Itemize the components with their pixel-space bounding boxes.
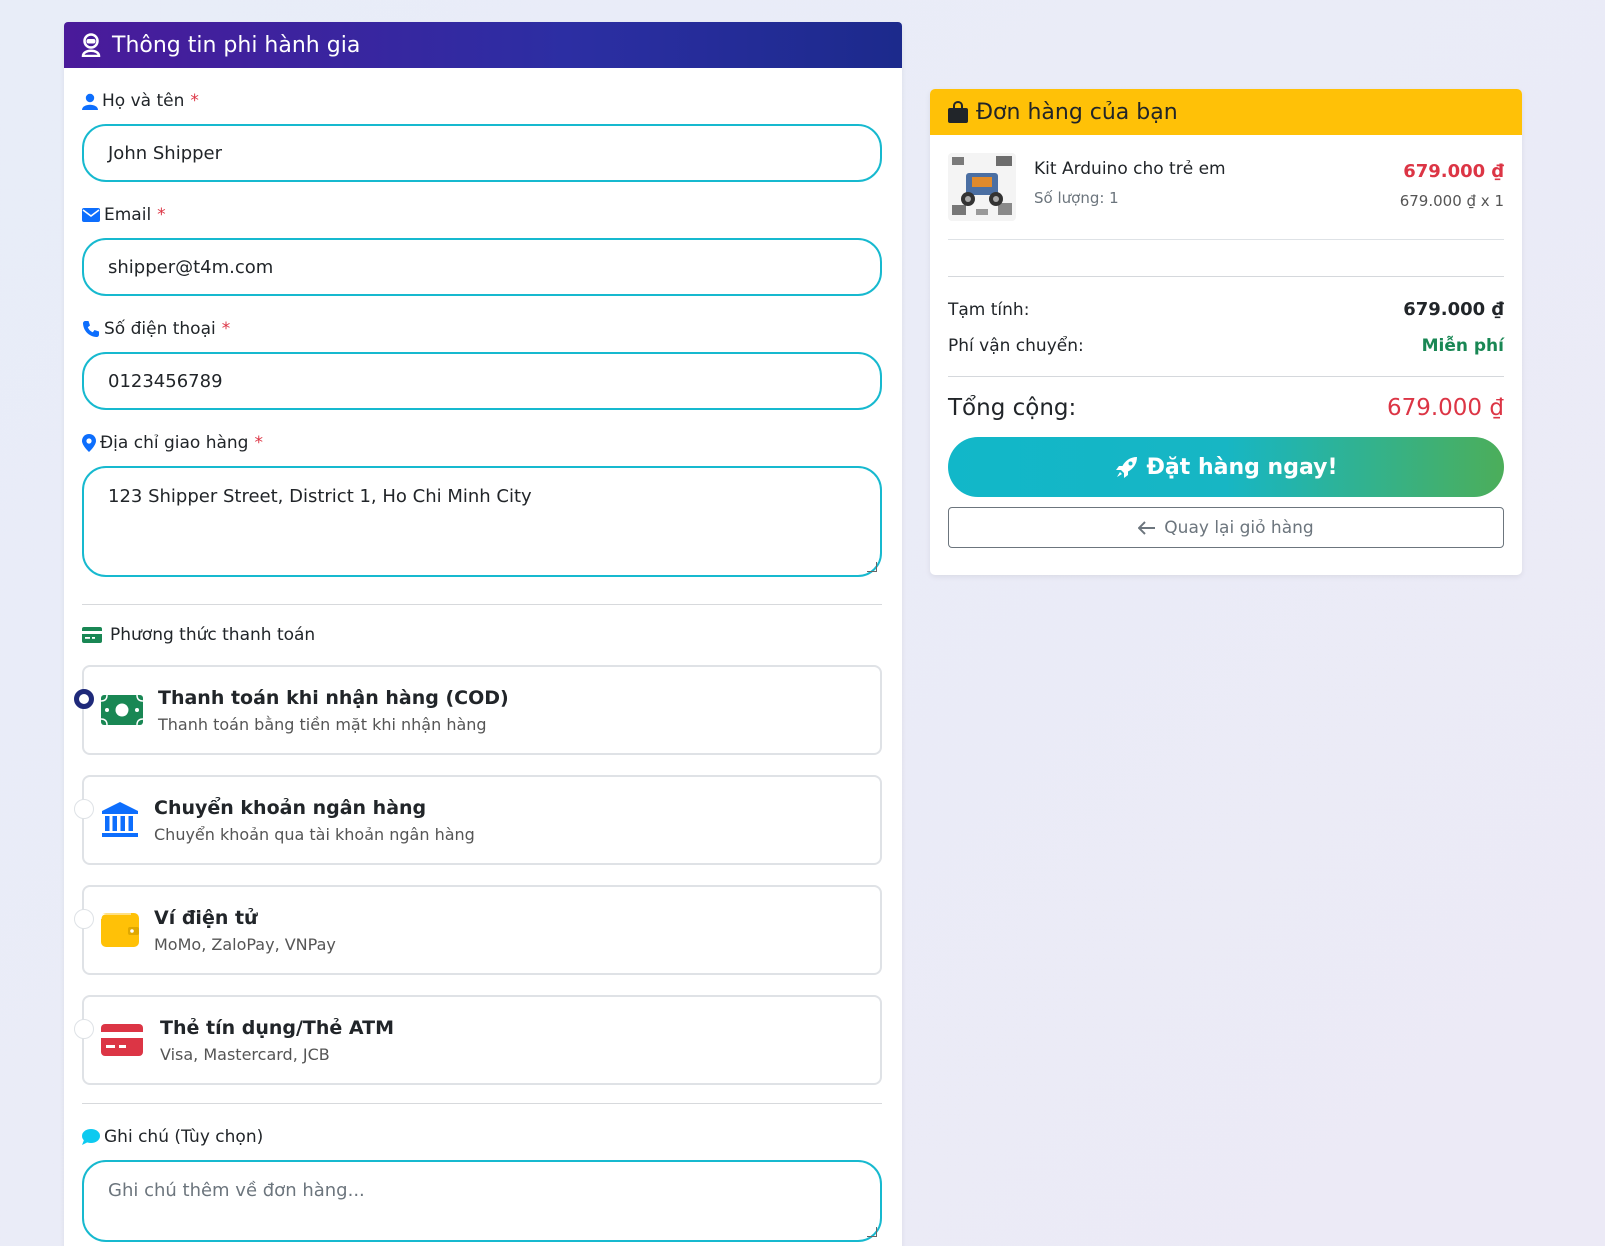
payment-method-title-text: Phương thức thanh toán [110,625,316,645]
note-label-text: Ghi chú (Tùy chọn) [104,1127,264,1147]
payment-radio-card[interactable] [74,1019,94,1039]
envelope-icon [82,208,100,222]
payment-title-card: Thẻ tín dụng/Thẻ ATM [160,1016,395,1039]
payment-option-cod[interactable]: Thanh toán khi nhận hàng (COD) Thanh toá… [74,665,882,755]
product-thumbnail[interactable] [948,153,1016,221]
divider [82,1103,882,1104]
resize-grip[interactable] [867,1227,877,1237]
arrow-left-icon [1138,520,1156,535]
payment-text-card: Thẻ tín dụng/Thẻ ATM Visa, Mastercard, J… [160,1017,394,1064]
required-marker: * [157,205,166,225]
payment-radio-cod[interactable] [74,689,94,709]
payment-title-cod: Thanh toán khi nhận hàng (COD) [158,686,509,709]
money-bill-icon [100,695,144,725]
name-label-text: Họ và tên [102,91,185,111]
map-marker-icon [82,434,96,452]
place-order-button[interactable]: Đặt hàng ngay! [948,437,1504,497]
payment-subtitle-ewallet: MoMo, ZaloPay, VNPay [154,934,336,954]
checkout-form: Họ và tên * John Shipper Email * shipper… [64,90,902,1242]
total-row: Tổng cộng: 679.000 ₫ [948,395,1504,421]
cart-item-price: 679.000 ₫ [1403,161,1504,182]
cart-item-name: Kit Arduino cho trẻ em [1034,159,1226,179]
note-label: Ghi chú (Tùy chọn) [82,1126,884,1148]
subtotal-row: Tạm tính: 679.000 ₫ [948,299,1504,320]
cart-item-info: Kit Arduino cho trẻ em Số lượng: 1 [1034,153,1400,207]
address-label: Địa chỉ giao hàng * [82,432,884,454]
shipping-value: Miễn phí [1421,336,1504,356]
payment-option-ewallet[interactable]: Ví điện tử MoMo, ZaloPay, VNPay [74,885,882,975]
astronaut-info-title: Thông tin phi hành gia [112,32,361,58]
payment-subtitle-cod: Thanh toán bằng tiền mặt khi nhận hàng [158,714,487,734]
bank-icon [100,801,140,839]
payment-subtitle-bank: Chuyển khoản qua tài khoản ngân hàng [154,824,475,844]
cart-item-unit-line: 679.000 ₫ x 1 [1399,192,1504,210]
payment-text-bank: Chuyển khoản ngân hàng Chuyển khoản qua … [154,797,475,844]
place-order-label: Đặt hàng ngay! [1146,454,1338,480]
rocket-icon [1115,457,1137,478]
payment-text-cod: Thanh toán khi nhận hàng (COD) Thanh toá… [158,687,509,734]
order-summary-body: Kit Arduino cho trẻ em Số lượng: 1 679.0… [930,135,1522,548]
divider [82,604,882,605]
shipping-row: Phí vận chuyển: Miễn phí [948,336,1504,356]
phone-label: Số điện thoại * [82,318,884,340]
name-label: Họ và tên * [82,90,884,112]
divider [948,376,1504,377]
astronaut-info-card: Thông tin phi hành gia Họ và tên * John … [64,22,902,1246]
astronaut-icon [81,33,101,57]
phone-input-value: 0123456789 [108,370,223,392]
cart-item: Kit Arduino cho trẻ em Số lượng: 1 679.0… [948,135,1504,240]
total-value: 679.000 ₫ [1386,395,1504,421]
credit-card-icon [100,1024,144,1056]
back-to-cart-label: Quay lại giỏ hàng [1164,517,1314,538]
required-marker: * [221,319,231,339]
payment-option-bank[interactable]: Chuyển khoản ngân hàng Chuyển khoản qua … [74,775,882,865]
astronaut-info-header: Thông tin phi hành gia [64,22,902,68]
shipping-label: Phí vận chuyển: [948,336,1084,356]
email-input[interactable]: shipper@t4m.com [82,238,882,296]
total-label: Tổng cộng: [948,395,1077,421]
name-input-value: John Shipper [108,142,223,164]
payment-method-title: Phương thức thanh toán [82,623,884,647]
wallet-icon [100,913,140,947]
email-input-value: shipper@t4m.com [108,256,274,278]
payment-option-card[interactable]: Thẻ tín dụng/Thẻ ATM Visa, Mastercard, J… [74,995,882,1085]
address-textarea-value: 123 Shipper Street, District 1, Ho Chi M… [108,486,532,507]
payment-subtitle-card: Visa, Mastercard, JCB [160,1044,330,1064]
phone-input[interactable]: 0123456789 [82,352,882,410]
shopping-bag-icon [948,101,968,123]
payment-title-bank: Chuyển khoản ngân hàng [154,796,427,819]
subtotal-value: 679.000 ₫ [1403,299,1504,320]
note-placeholder: Ghi chú thêm về đơn hàng... [108,1180,365,1201]
divider [948,276,1504,277]
name-input[interactable]: John Shipper [82,124,882,182]
comment-icon [82,1129,100,1145]
required-marker: * [190,91,199,111]
order-summary-title: Đơn hàng của bạn [976,99,1178,125]
payment-radio-ewallet[interactable] [74,909,94,929]
payment-radio-bank[interactable] [74,799,94,819]
user-icon [82,93,98,110]
required-marker: * [254,433,263,453]
cart-item-quantity: Số lượng: 1 [1034,189,1119,207]
phone-label-text: Số điện thoại [104,319,216,339]
email-label: Email * [82,204,884,226]
order-summary-header: Đơn hàng của bạn [930,89,1522,135]
back-to-cart-button[interactable]: Quay lại giỏ hàng [948,507,1504,548]
payment-title-ewallet: Ví điện tử [154,906,258,929]
credit-card-icon [82,627,102,643]
note-textarea[interactable]: Ghi chú thêm về đơn hàng... [82,1160,882,1242]
resize-grip[interactable] [867,562,877,572]
email-label-text: Email [104,205,152,225]
subtotal-label: Tạm tính: [948,299,1030,320]
address-textarea[interactable]: 123 Shipper Street, District 1, Ho Chi M… [82,466,882,577]
phone-icon [83,321,99,337]
order-summary-card: Đơn hàng của bạn Kit Arduino cho trẻ em … [930,89,1522,575]
payment-text-ewallet: Ví điện tử MoMo, ZaloPay, VNPay [154,907,336,954]
cart-item-price-block: 679.000 ₫ 679.000 ₫ x 1 [1400,153,1504,210]
address-label-text: Địa chỉ giao hàng [100,433,249,453]
